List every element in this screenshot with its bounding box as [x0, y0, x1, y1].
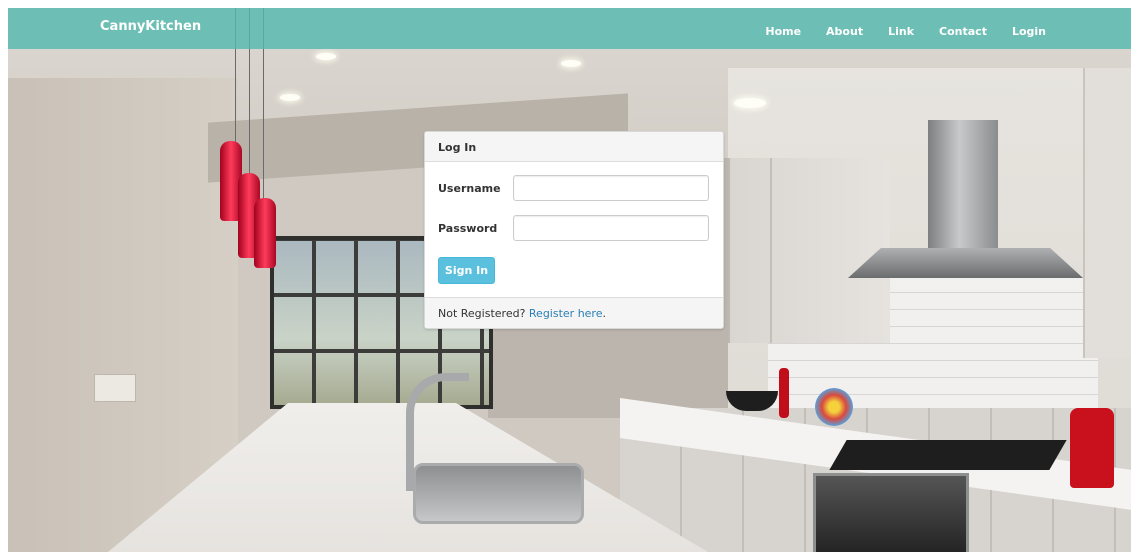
nav-link-contact[interactable]: Contact: [939, 25, 987, 38]
brand-logo-link[interactable]: CannyKitchen: [100, 19, 201, 34]
page: CannyKitchen Home About Link Contact Log…: [8, 8, 1131, 552]
register-prompt: Not Registered? Register here.: [438, 307, 606, 320]
nav-item-link: Link: [888, 20, 914, 39]
login-panel-title: Log In: [438, 141, 477, 154]
username-input[interactable]: [513, 175, 709, 201]
top-navbar: CannyKitchen Home About Link Contact Log…: [8, 8, 1131, 49]
username-label: Username: [438, 182, 501, 195]
not-registered-text: Not Registered?: [438, 307, 526, 320]
nav-item-login: Login: [1012, 20, 1046, 39]
nav-link-home[interactable]: Home: [765, 25, 801, 38]
login-panel: Log In Username Password Sign In Not Reg…: [424, 131, 724, 329]
login-panel-heading: Log In: [425, 132, 723, 162]
nav-item-home: Home: [765, 20, 801, 39]
footer-period: .: [602, 307, 606, 320]
password-label: Password: [438, 222, 498, 235]
nav-item-about: About: [826, 20, 863, 39]
password-input[interactable]: [513, 215, 709, 241]
nav-link-about[interactable]: About: [826, 25, 863, 38]
nav-link-login[interactable]: Login: [1012, 25, 1046, 38]
nav-link-link[interactable]: Link: [888, 25, 914, 38]
nav-item-contact: Contact: [939, 20, 987, 39]
nav-menu: Home About Link Contact Login: [740, 20, 1046, 39]
sign-in-button[interactable]: Sign In: [438, 257, 495, 284]
register-link[interactable]: Register here: [529, 307, 603, 320]
login-panel-footer: Not Registered? Register here.: [425, 297, 723, 328]
